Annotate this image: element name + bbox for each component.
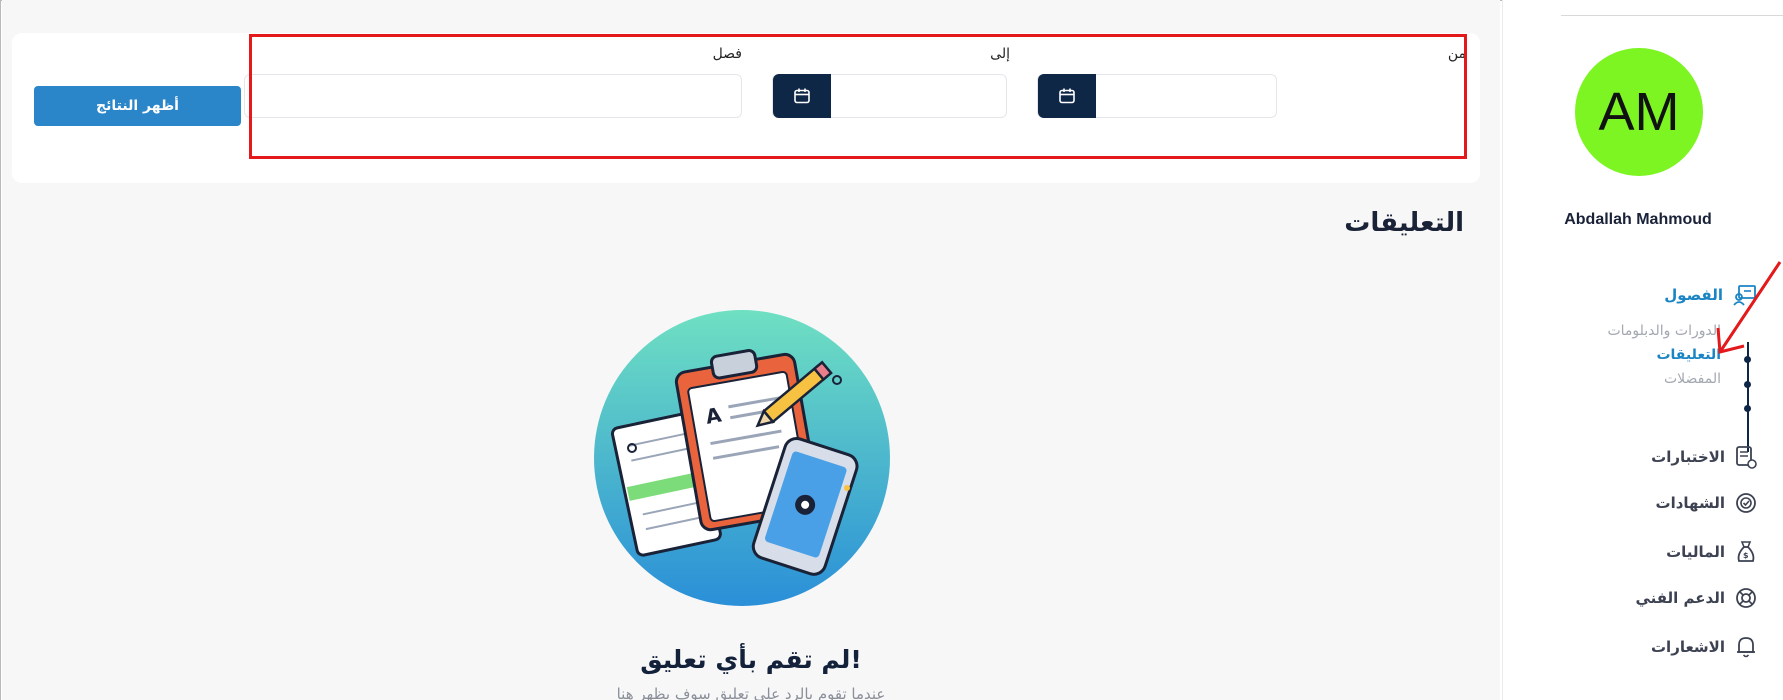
annotation-highlight-box	[249, 34, 1467, 159]
main-content: من إلى فصل أظهر النتائج التعليقات A لم ت…	[2, 0, 1500, 700]
lifebuoy-icon	[1736, 588, 1756, 608]
submenu-dot	[1744, 405, 1751, 412]
empty-state-illustration: A	[594, 310, 890, 606]
sidebar-item-label: الشهادات	[1655, 494, 1726, 512]
svg-text:$: $	[1743, 551, 1749, 560]
empty-state-title: لم تقم بأي تعليق!	[640, 645, 862, 674]
annotation-arrow-icon	[1716, 261, 1782, 354]
bell-icon	[1737, 637, 1755, 658]
certificate-badge-icon	[1736, 493, 1756, 513]
sidebar-item-label: الاشعارات	[1650, 638, 1725, 656]
money-bag-icon: $	[1737, 541, 1755, 562]
sidebar-item-label: الدعم الفني	[1635, 589, 1725, 607]
sidebar-item-certificates[interactable]: الشهادات	[1656, 492, 1758, 514]
avatar[interactable]: AM	[1575, 48, 1703, 176]
sidebar-item-label: الماليات	[1666, 543, 1725, 561]
sidebar-item-support[interactable]: الدعم الفني	[1635, 587, 1757, 609]
sidebar-item-notifications[interactable]: الاشعارات	[1651, 635, 1757, 659]
empty-state-subtitle: عندما تقوم بالرد على تعليق سوف يظهر هنا	[616, 685, 886, 700]
sidebar-item-finance[interactable]: الماليات $	[1666, 540, 1757, 564]
sidebar-item-exams[interactable]: الاختبارات	[1651, 445, 1757, 469]
exam-paper-icon	[1736, 446, 1757, 469]
sidebar-item-label: الاختبارات	[1651, 448, 1725, 466]
page-title: التعليقات	[1344, 208, 1464, 238]
submenu-dot	[1744, 381, 1751, 388]
user-name: Abdallah Mahmoud	[1564, 211, 1712, 228]
sidebar-top-bar	[1561, 0, 1783, 16]
show-results-button[interactable]: أظهر النتائج	[34, 86, 241, 126]
